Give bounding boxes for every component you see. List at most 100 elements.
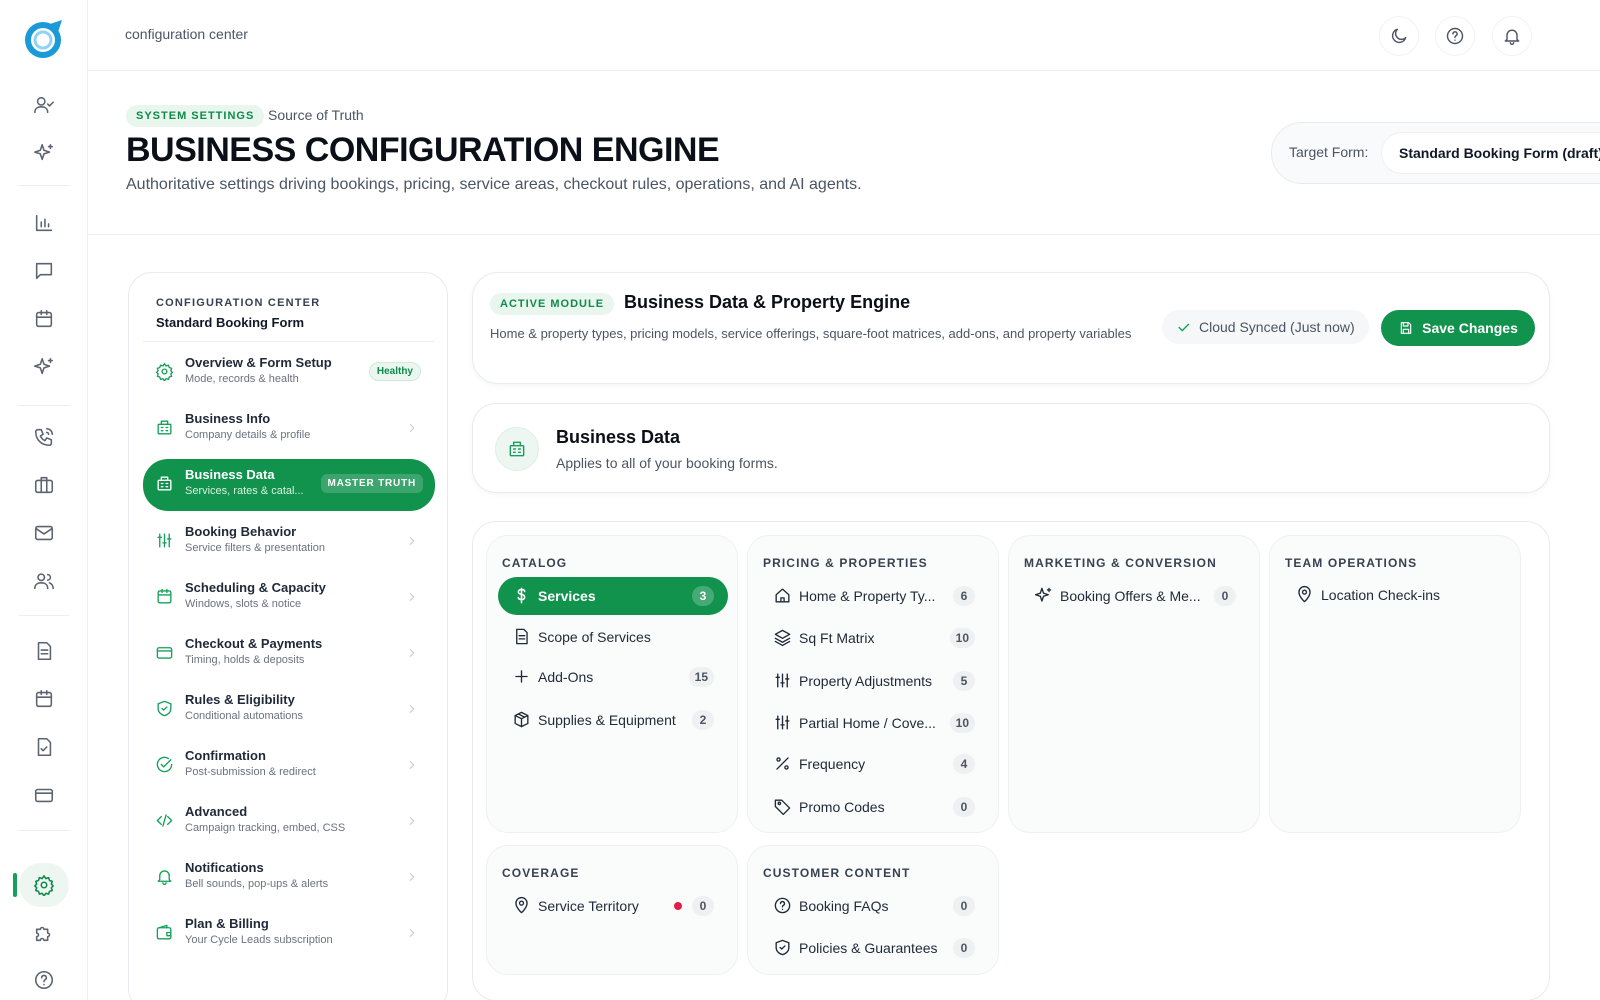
moon-icon[interactable] [1379, 16, 1419, 56]
chevron-right-icon [409, 537, 415, 545]
nav-item-desc: Your Cycle Leads subscription [185, 934, 333, 946]
nav-item-desc: Windows, slots & notice [185, 598, 302, 610]
item-label: Home & Property Ty... [799, 588, 936, 604]
item-booking-offers[interactable]: Booking Offers & Me... 0 [1020, 577, 1250, 615]
active-module-card: ACTIVE MODULE Business Data & Property E… [472, 272, 1550, 384]
item-count: 3 [692, 586, 714, 606]
sparkles-icon[interactable] [24, 133, 64, 173]
item-booking-faqs[interactable]: Booking FAQs 0 [759, 887, 989, 925]
nav-item-label: Booking Behavior [185, 524, 297, 539]
item-partial-home-coverage[interactable]: Partial Home / Cove... 10 [759, 704, 989, 742]
nav-item-booking-behavior[interactable]: Booking Behavior Service filters & prese… [143, 516, 435, 566]
document-icon [512, 627, 532, 647]
item-supplies-equipment[interactable]: Supplies & Equipment 2 [498, 701, 728, 739]
item-location-check-ins[interactable]: Location Check-ins [1281, 576, 1511, 614]
system-settings-pill: SYSTEM SETTINGS [126, 105, 265, 127]
item-home-property-types[interactable]: Home & Property Ty... 6 [759, 577, 989, 615]
item-count: 0 [1214, 586, 1236, 606]
item-label: Add-Ons [538, 669, 594, 685]
item-property-adjustments[interactable]: Property Adjustments 5 [759, 662, 989, 700]
item-count: 4 [953, 754, 975, 774]
group-caption: COVERAGE [502, 866, 580, 880]
business-data-subtitle: Applies to all of your booking forms. [556, 455, 778, 471]
item-count: 10 [949, 628, 975, 648]
nav-item-desc: Service filters & presentation [185, 542, 326, 554]
users-check-icon[interactable] [24, 85, 64, 125]
item-promo-codes[interactable]: Promo Codes 0 [759, 788, 989, 826]
help-icon[interactable] [24, 960, 64, 1000]
nav-item-plan-billing[interactable]: Plan & Billing Your Cycle Leads subscrip… [143, 908, 435, 958]
chevron-right-icon [409, 593, 415, 601]
target-form-label: Target Form: [1289, 144, 1369, 160]
chevron-right-icon [409, 424, 415, 432]
building-icon [155, 418, 175, 438]
page-title: BUSINESS CONFIGURATION ENGINE [126, 131, 720, 169]
nav-item-desc: Company details & profile [185, 429, 311, 441]
nav-item-business-info[interactable]: Business Info Company details & profile [143, 403, 435, 453]
nav-item-notifications[interactable]: Notifications Bell sounds, pop-ups & ale… [143, 852, 435, 902]
item-label: Promo Codes [799, 799, 885, 815]
group-caption: MARKETING & CONVERSION [1024, 556, 1217, 570]
file-check-icon[interactable] [24, 727, 64, 767]
nav-item-label: Confirmation [185, 748, 266, 763]
item-services[interactable]: Services 3 [498, 577, 728, 615]
puzzle-icon[interactable] [24, 913, 64, 953]
mail-icon[interactable] [24, 513, 64, 553]
document-icon[interactable] [24, 631, 64, 671]
item-policies-guarantees[interactable]: Policies & Guarantees 0 [759, 929, 989, 967]
settings-gear-icon[interactable] [19, 863, 69, 907]
gear-icon [155, 362, 175, 382]
module-description: Home & property types, pricing models, s… [490, 326, 1132, 341]
ai-sparkles-icon[interactable] [24, 347, 64, 387]
nav-item-business-data[interactable]: Business Data Services, rates & catal...… [143, 459, 435, 511]
target-form-select[interactable]: Standard Booking Form (draft) [1381, 132, 1600, 174]
nav-item-desc: Bell sounds, pop-ups & alerts [185, 878, 329, 890]
item-label: Supplies & Equipment [538, 712, 676, 728]
credit-card-icon [155, 643, 175, 663]
chat-icon[interactable] [24, 251, 64, 291]
item-add-ons[interactable]: Add-Ons 15 [498, 658, 728, 696]
group-caption: PRICING & PROPERTIES [763, 556, 928, 570]
calendar-icon[interactable] [24, 299, 64, 339]
top-bar: configuration center [88, 0, 1600, 71]
app-logo[interactable] [22, 18, 66, 60]
layers-icon [773, 628, 793, 648]
phone-icon[interactable] [24, 417, 64, 457]
nav-item-label: Scheduling & Capacity [185, 580, 326, 595]
nav-item-advanced[interactable]: Advanced Campaign tracking, embed, CSS [143, 796, 435, 846]
nav-item-overview[interactable]: Overview & Form Setup Mode, records & he… [143, 347, 435, 397]
nav-item-label: Business Info [185, 411, 271, 426]
sliders-icon [773, 671, 793, 691]
module-title: Business Data & Property Engine [624, 292, 911, 312]
schedule-icon[interactable] [24, 679, 64, 719]
building-icon [495, 427, 539, 471]
team-icon[interactable] [24, 561, 64, 601]
item-service-territory[interactable]: Service Territory 0 [498, 887, 728, 925]
chevron-right-icon [409, 649, 415, 657]
active-indicator [13, 873, 17, 897]
shield-check-icon [155, 699, 175, 719]
credit-card-icon[interactable] [24, 775, 64, 815]
nav-item-scheduling[interactable]: Scheduling & Capacity Windows, slots & n… [143, 572, 435, 622]
briefcase-icon[interactable] [24, 465, 64, 505]
chevron-right-icon [409, 761, 415, 769]
nav-item-desc: Timing, holds & deposits [185, 654, 305, 666]
nav-item-checkout[interactable]: Checkout & Payments Timing, holds & depo… [143, 628, 435, 678]
bell-icon[interactable] [1492, 16, 1532, 56]
bar-chart-icon[interactable] [24, 203, 64, 243]
nav-item-rules[interactable]: Rules & Eligibility Conditional automati… [143, 684, 435, 734]
nav-item-confirmation[interactable]: Confirmation Post-submission & redirect [143, 740, 435, 790]
save-changes-button[interactable]: Save Changes [1381, 310, 1535, 346]
shield-check-icon [773, 938, 793, 958]
item-frequency[interactable]: Frequency 4 [759, 745, 989, 783]
nav-item-label: Business Data [185, 467, 275, 482]
tag-icon [773, 797, 793, 817]
nav-item-desc: Post-submission & redirect [185, 766, 316, 778]
item-scope-of-services[interactable]: Scope of Services [498, 618, 728, 656]
item-count: 6 [953, 586, 975, 606]
sliders-icon [773, 713, 793, 733]
help-icon[interactable] [1435, 16, 1475, 56]
code-icon [155, 811, 175, 831]
item-sq-ft-matrix[interactable]: Sq Ft Matrix 10 [759, 619, 989, 657]
item-label: Policies & Guarantees [799, 940, 938, 956]
